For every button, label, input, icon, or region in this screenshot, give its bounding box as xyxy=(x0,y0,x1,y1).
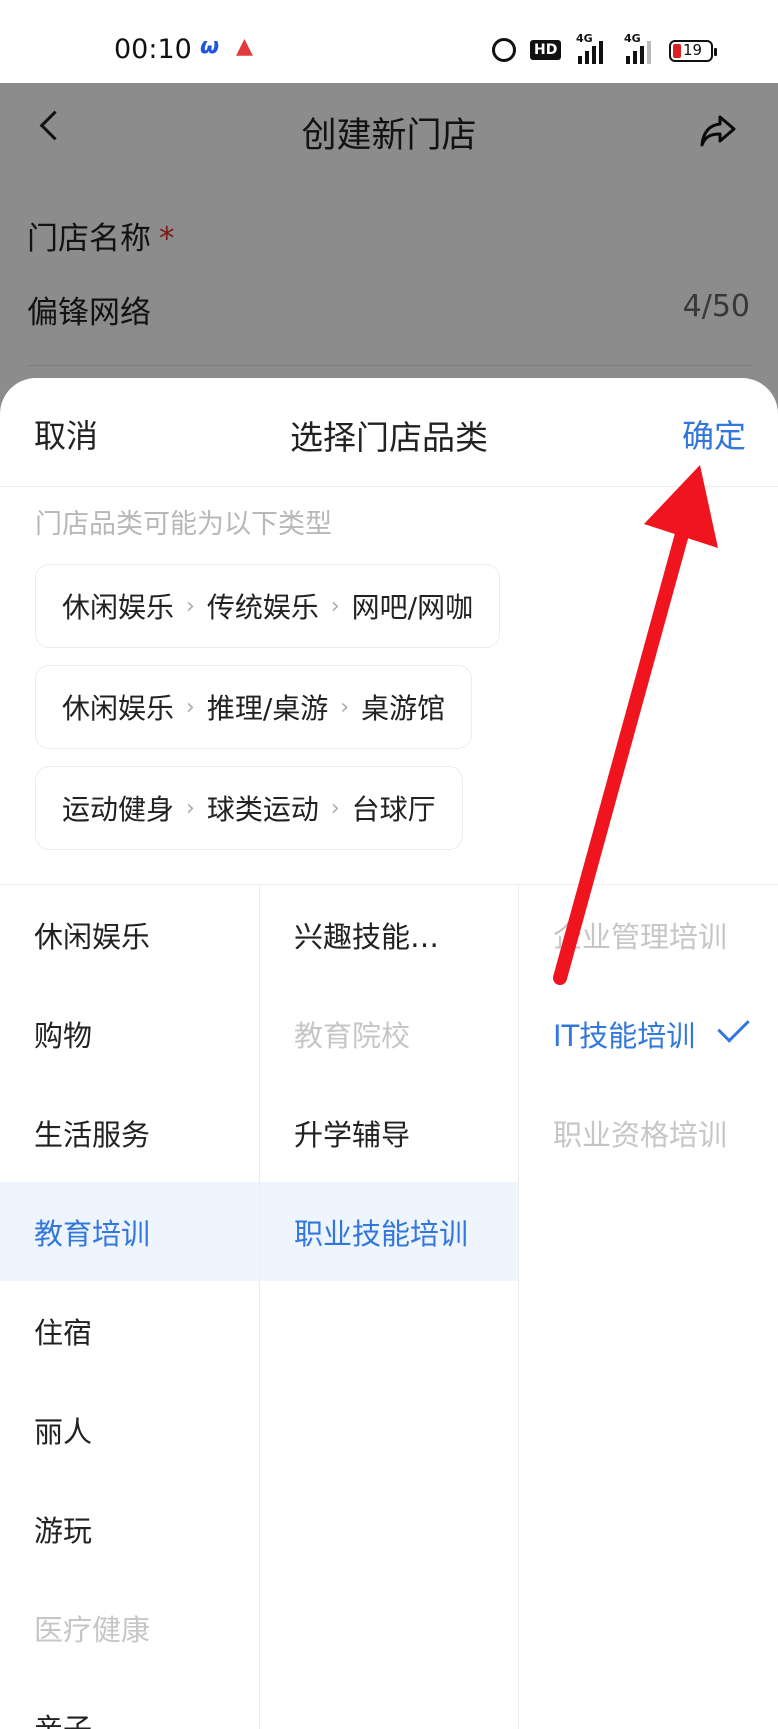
category-picker-sheet: 取消 选择门店品类 确定 门店品类可能为以下类型 休闲娱乐 › 传统娱乐 › 网… xyxy=(0,378,778,1729)
category-item-label: IT技能培训 xyxy=(553,1018,696,1053)
chevron-right-icon: › xyxy=(330,593,340,619)
chip-level2: 球类运动 xyxy=(206,793,319,826)
sheet-title: 选择门店品类 xyxy=(290,418,488,457)
chip-level1: 休闲娱乐 xyxy=(62,692,175,725)
category-item-beauty[interactable]: 丽人 xyxy=(0,1380,259,1479)
sheet-header: 取消 选择门店品类 确定 xyxy=(0,378,778,487)
hd-icon: HD xyxy=(530,40,562,60)
category-level3-list: 企业管理培训 IT技能培训 职业资格培训 xyxy=(519,885,778,1729)
signal-icon: 4G xyxy=(576,32,603,64)
check-icon xyxy=(717,1010,750,1043)
category-item-leisure[interactable]: 休闲娱乐 xyxy=(0,885,259,984)
network-type-2: 4G xyxy=(624,32,641,45)
alarm-icon xyxy=(492,38,516,62)
suggestion-hint: 门店品类可能为以下类型 xyxy=(35,509,332,540)
category-item-shopping[interactable]: 购物 xyxy=(0,984,259,1083)
category-item-it-training[interactable]: IT技能培训 xyxy=(519,984,778,1083)
chip-level3: 网吧/网咖 xyxy=(351,591,474,624)
category-level1-list: 休闲娱乐 购物 生活服务 教育培训 住宿 丽人 游玩 医疗健康 亲子 xyxy=(0,885,260,1729)
category-item-tutoring[interactable]: 升学辅导 xyxy=(260,1083,518,1182)
signal-icon: 4G xyxy=(624,32,651,64)
chevron-right-icon: › xyxy=(186,593,195,619)
chip-level2: 推理/桌游 xyxy=(206,692,329,725)
category-item-medical: 医疗健康 xyxy=(34,1612,151,1647)
category-item-education[interactable]: 教育培训 xyxy=(0,1182,259,1281)
chip-level1: 休闲娱乐 xyxy=(62,591,175,624)
suggestion-chip[interactable]: 休闲娱乐 › 推理/桌游 › 桌游馆 xyxy=(35,665,473,749)
status-time: 00:10 xyxy=(114,34,192,65)
category-item-vocational[interactable]: 职业技能培训 xyxy=(260,1182,518,1281)
suggestion-chip[interactable]: 运动健身 › 球类运动 › 台球厅 xyxy=(35,766,463,850)
app-icon-blue: ω xyxy=(200,34,220,59)
category-item-label: 兴趣技能培... xyxy=(294,919,462,954)
chip-level3: 桌游馆 xyxy=(361,692,446,725)
category-item-lodging[interactable]: 住宿 xyxy=(0,1281,259,1380)
chip-level1: 运动健身 xyxy=(62,793,175,826)
chevron-right-icon: › xyxy=(330,795,340,821)
battery-level: 19 xyxy=(683,41,703,59)
chevron-right-icon: › xyxy=(186,795,195,821)
chip-level3: 台球厅 xyxy=(351,793,436,826)
category-item-hobby-training[interactable]: 兴趣技能培... xyxy=(260,885,518,984)
category-item-parenting[interactable]: 亲子 xyxy=(0,1677,259,1729)
chevron-right-icon: › xyxy=(340,694,350,720)
chevron-right-icon: › xyxy=(186,694,195,720)
app-icon-red: ▲ xyxy=(236,34,253,59)
category-item-management-training: 企业管理培训 xyxy=(553,919,728,954)
network-type-1: 4G xyxy=(576,32,593,45)
category-item-life-services[interactable]: 生活服务 xyxy=(0,1083,259,1182)
category-item-qualification-training: 职业资格培训 xyxy=(553,1117,728,1152)
chip-level2: 传统娱乐 xyxy=(206,591,319,624)
status-bar: 00:10 ω ▲ HD 4G 4G 19 xyxy=(0,0,778,83)
battery-icon: 19 xyxy=(669,40,717,62)
category-item-tourism[interactable]: 游玩 xyxy=(0,1479,259,1578)
category-item-schools: 教育院校 xyxy=(294,1018,411,1053)
confirm-button[interactable]: 确定 xyxy=(682,411,746,457)
suggestion-chip[interactable]: 休闲娱乐 › 传统娱乐 › 网吧/网咖 xyxy=(35,564,501,648)
category-level2-list: 兴趣技能培... 教育院校 升学辅导 职业技能培训 xyxy=(260,885,519,1729)
